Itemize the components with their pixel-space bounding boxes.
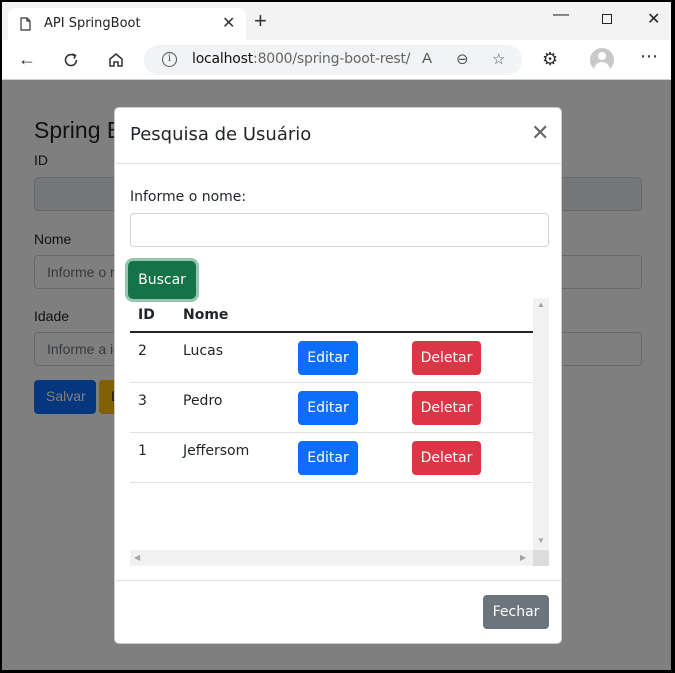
column-header-nome: Nome [175,298,290,333]
scroll-up-icon[interactable]: ▲ [537,300,545,309]
table-row: 2 Lucas Editar Deletar [130,332,533,383]
more-menu-icon[interactable]: ⋯ [640,46,658,67]
search-button[interactable]: Buscar [128,261,196,299]
cell-nome: Lucas [175,332,290,383]
cell-id: 3 [130,382,175,433]
refresh-icon[interactable] [62,51,80,69]
table-row: 3 Pedro Editar Deletar [130,382,533,433]
document-icon [20,17,31,31]
favorites-icon[interactable]: ☆ [492,50,505,68]
table-header-row: ID Nome [130,298,533,333]
delete-button[interactable]: Deletar [412,440,481,475]
edit-button[interactable]: Editar [298,440,358,475]
new-tab-icon[interactable]: + [254,8,267,34]
read-aloud-icon[interactable]: A [422,50,432,67]
search-modal: Pesquisa de Usuário ✕ Informe o nome: Bu… [114,107,562,644]
maximize-icon[interactable] [602,14,612,24]
zoom-out-icon[interactable]: ⊖ [456,50,469,68]
browser-toolbar: ← i localhost:8000/spring-boot-rest/ A ⊖… [2,40,671,80]
home-icon[interactable] [107,51,125,69]
info-icon[interactable]: i [162,52,177,67]
results-table-container[interactable]: ID Nome 2 Lucas Editar Deletar 3 Pedro E… [130,298,549,566]
table-row: 1 Jeffersom Editar Deletar [130,432,533,483]
search-input[interactable] [130,213,549,247]
results-table: ID Nome 2 Lucas Editar Deletar 3 Pedro E… [130,298,533,483]
page-content: Spring Boot ID Nome Informe o nome Idade… [2,80,671,670]
back-icon[interactable]: ← [18,49,36,70]
url-text[interactable]: localhost:8000/spring-boot-rest/ [192,51,410,67]
horizontal-scrollbar[interactable]: ◀ ▶ [130,550,533,566]
extensions-icon[interactable]: ⚙ [542,49,558,70]
scroll-down-icon[interactable]: ▼ [537,536,545,545]
tab-close-icon[interactable]: ✕ [222,13,235,33]
browser-window: API SpringBoot ✕ + — ✕ ← i localhost:800… [2,2,671,670]
modal-header: Pesquisa de Usuário ✕ [115,108,561,164]
edit-button[interactable]: Editar [298,341,358,375]
scroll-right-icon[interactable]: ▶ [520,553,526,562]
tab-bar: API SpringBoot ✕ + — ✕ [2,2,671,40]
close-button[interactable]: Fechar [483,595,549,629]
column-header-id: ID [130,298,175,333]
cell-id: 1 [130,432,175,483]
cell-nome: Jeffersom [175,432,290,483]
tab-title: API SpringBoot [44,16,141,31]
close-icon[interactable]: ✕ [531,122,549,144]
close-window-icon[interactable]: ✕ [647,9,660,29]
cell-id: 2 [130,332,175,383]
delete-button[interactable]: Deletar [412,390,481,425]
browser-tab[interactable]: API SpringBoot ✕ [8,8,246,40]
scroll-left-icon[interactable]: ◀ [134,553,140,562]
profile-avatar[interactable] [590,48,614,72]
vertical-scrollbar[interactable]: ▲ ▼ [533,298,549,550]
modal-footer: Fechar [115,580,561,643]
modal-title: Pesquisa de Usuário [130,124,312,145]
address-bar[interactable]: i localhost:8000/spring-boot-rest/ A ⊖ ☆ [144,45,522,75]
minimize-icon[interactable]: — [553,6,569,24]
delete-button[interactable]: Deletar [412,341,481,375]
edit-button[interactable]: Editar [298,390,358,425]
name-input-label: Informe o nome: [130,189,247,205]
scrollbar-corner [533,550,549,566]
cell-nome: Pedro [175,382,290,433]
